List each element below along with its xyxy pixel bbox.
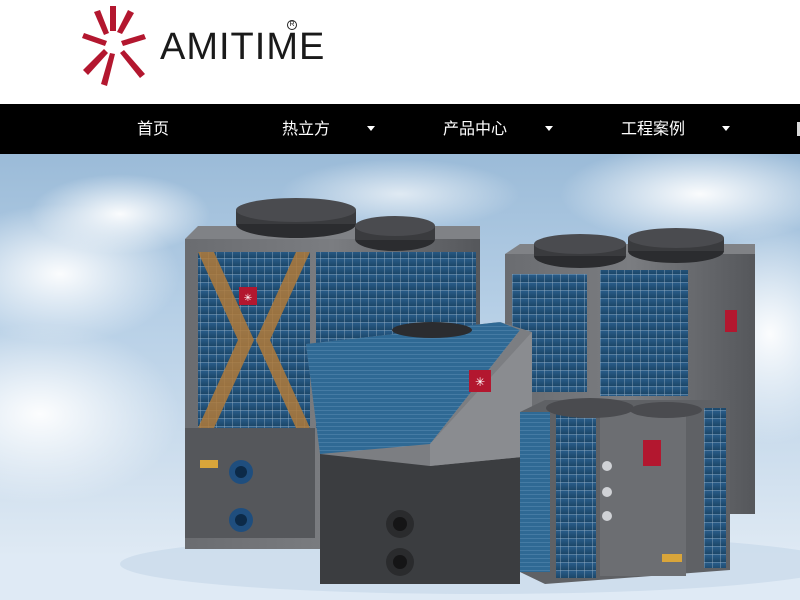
nav-item-cases[interactable]: 工程案例 (621, 104, 733, 154)
registered-trademark-icon: R (287, 20, 297, 30)
nav-item-products[interactable]: 产品中心 (443, 104, 555, 154)
chevron-down-icon (545, 126, 553, 131)
site-header: AMITIME R (0, 0, 800, 104)
nav-item-rlf[interactable]: 热立方 (282, 104, 382, 154)
chevron-down-icon (722, 126, 730, 131)
main-nav: 首页 热立方 产品中心 工程案例 (0, 104, 800, 154)
amitime-logo[interactable]: AMITIME (82, 4, 325, 86)
nav-item-home[interactable]: 首页 (137, 104, 169, 154)
nav-item-label: 热立方 (282, 119, 331, 138)
compact-unit-right (520, 398, 730, 584)
svg-text:✳: ✳ (244, 293, 252, 304)
chevron-down-icon (367, 126, 375, 131)
nav-item-label: 产品中心 (443, 119, 508, 138)
logo-sunburst-icon (82, 6, 146, 86)
nav-item-label: 首页 (137, 119, 170, 138)
nav-item-label: 工程案例 (621, 119, 686, 138)
brand-name: AMITIME (160, 25, 326, 68)
banner-product-image: ✳ ✳ (0, 154, 800, 600)
hero-banner[interactable]: ✳ ✳ (0, 154, 800, 600)
compact-unit-center: ✳ (306, 322, 532, 584)
svg-text:✳: ✳ (475, 375, 485, 389)
